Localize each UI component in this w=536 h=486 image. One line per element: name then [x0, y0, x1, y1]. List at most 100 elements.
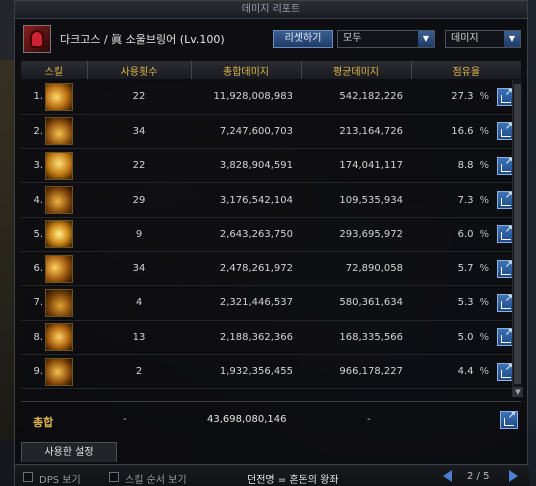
metric-select[interactable]: 데미지 ▼	[445, 30, 521, 48]
avatar	[23, 25, 51, 53]
row-share: 16.6	[451, 125, 474, 137]
row-count: 22	[87, 148, 191, 184]
row-count: 9	[87, 217, 191, 252]
skill-icon	[45, 288, 73, 317]
col-total: 총합데미지	[191, 61, 302, 79]
table-row: 2. 34 7,247,600,703 213,164,726 16.6%	[21, 114, 521, 150]
skill-cell	[45, 80, 87, 115]
skill-icon	[45, 82, 73, 111]
col-share: 점유율	[411, 61, 521, 79]
row-share-cell: 16.6%	[411, 114, 491, 150]
dungeon-name: 던전명 = 혼돈의 왕좌	[247, 475, 339, 486]
chevron-down-icon: ▼	[504, 31, 520, 47]
skill-icon	[45, 186, 73, 215]
table-row: 4. 29 3,176,542,104 109,535,934 7.3%	[21, 182, 521, 218]
tab-used-settings[interactable]: 사용한 설정	[21, 442, 117, 462]
skill-cell	[45, 251, 87, 287]
filter-select[interactable]: 모두 ▼	[337, 30, 435, 48]
row-avg: 72,890,058	[301, 251, 411, 287]
percent-symbol: %	[479, 263, 489, 275]
chevron-down-icon: ▼	[418, 31, 434, 47]
page-indicator: 2 / 5	[467, 471, 490, 482]
skill-cell	[45, 114, 87, 150]
percent-symbol: %	[479, 125, 489, 137]
skill-cell	[45, 148, 87, 184]
skill-icon	[45, 357, 73, 386]
scrollbar[interactable]: ▼	[512, 80, 523, 397]
row-rank: 9.	[21, 354, 45, 390]
scroll-thumb[interactable]	[514, 84, 521, 384]
row-avg: 966,178,227	[301, 354, 411, 390]
col-count: 사용횟수	[87, 61, 192, 79]
row-count: 13	[87, 320, 191, 355]
dps-label: DPS 보기	[39, 475, 81, 486]
table-row: 8. 13 2,188,362,366 168,335,566 5.0%	[21, 320, 521, 355]
row-share: 5.0	[457, 331, 474, 343]
row-total: 3,176,542,104	[191, 182, 301, 218]
total-count: -	[123, 414, 127, 425]
reset-button[interactable]: 리셋하기	[273, 30, 333, 48]
row-avg: 542,182,226	[301, 80, 411, 115]
scroll-down-icon[interactable]: ▼	[513, 387, 523, 397]
skill-table: 1.2211,928,008,983542,182,22627.3%2.347,…	[21, 80, 521, 390]
row-count: 34	[87, 251, 191, 287]
damage-report-window: 데미지 리포트 다크고스 / 眞 소울브링어 (Lv.100) 리셋하기 모두 …	[14, 0, 529, 486]
skill-icon	[45, 117, 73, 146]
row-avg: 580,361,634	[301, 285, 411, 321]
row-rank: 1.	[21, 80, 45, 115]
row-rank: 3.	[21, 148, 45, 184]
row-total: 1,932,356,455	[191, 354, 301, 390]
metric-select-value: 데미지	[451, 33, 479, 44]
table-row: 7. 4 2,321,446,537 580,361,634 5.3%	[21, 285, 521, 321]
row-total: 3,828,904,591	[191, 148, 301, 184]
skill-cell	[45, 320, 87, 355]
row-share: 27.3	[451, 91, 474, 103]
prev-page-icon[interactable]	[443, 470, 452, 482]
percent-symbol: %	[479, 194, 489, 206]
row-share: 8.8	[457, 160, 474, 172]
row-rank: 6.	[21, 251, 45, 287]
total-row: 총합 - 43,698,080,146 -	[21, 401, 521, 437]
row-total: 11,928,008,983	[191, 80, 301, 115]
table-header: 스킬 사용횟수 총합데미지 평균데미지 점유율	[21, 61, 521, 79]
percent-symbol: %	[479, 160, 489, 172]
row-share: 4.4	[457, 366, 474, 378]
row-share: 5.7	[457, 263, 474, 275]
report-header: 다크고스 / 眞 소울브링어 (Lv.100) 리셋하기 모두 ▼ 데미지 ▼	[15, 19, 527, 61]
skill-cell	[45, 217, 87, 252]
row-avg: 293,695,972	[301, 217, 411, 252]
skill-icon	[45, 323, 73, 352]
skill-cell	[45, 354, 87, 390]
table-row: 5. 9 2,643,263,750 293,695,972 6.0%	[21, 217, 521, 252]
row-avg: 168,335,566	[301, 320, 411, 355]
row-total: 2,643,263,750	[191, 217, 301, 252]
row-rank: 2.	[21, 114, 45, 150]
total-damage: 43,698,080,146	[207, 414, 287, 425]
total-avg: -	[367, 414, 371, 425]
percent-symbol: %	[479, 91, 489, 103]
col-avg: 평균데미지	[301, 61, 412, 79]
skill-order-checkbox[interactable]	[109, 472, 119, 482]
row-share-cell: 4.4%	[411, 354, 491, 390]
row-rank: 4.	[21, 182, 45, 218]
dps-checkbox[interactable]	[23, 472, 33, 482]
table-row: 9. 2 1,932,356,455 966,178,227 4.4%	[21, 354, 521, 390]
percent-symbol: %	[479, 366, 489, 378]
row-count: 29	[87, 182, 191, 218]
row-share: 6.0	[457, 228, 474, 240]
total-label: 총합	[33, 416, 54, 429]
skill-cell	[45, 285, 87, 321]
share-icon[interactable]	[500, 410, 518, 429]
footer-bar: DPS 보기 스킬 순서 보기 던전명 = 혼돈의 왕좌 2 / 5	[15, 464, 529, 486]
row-total: 2,321,446,537	[191, 285, 301, 321]
table-row: 3. 22 3,828,904,591 174,041,117 8.8%	[21, 148, 521, 184]
skill-icon	[45, 254, 73, 283]
row-count: 2	[87, 354, 191, 390]
col-skill: 스킬	[21, 61, 88, 79]
row-share-cell: 5.3%	[411, 285, 491, 321]
row-share-cell: 7.3%	[411, 182, 491, 218]
row-count: 22	[87, 80, 191, 115]
row-avg: 109,535,934	[301, 182, 411, 218]
filter-select-value: 모두	[343, 33, 362, 44]
next-page-icon[interactable]	[509, 470, 518, 482]
